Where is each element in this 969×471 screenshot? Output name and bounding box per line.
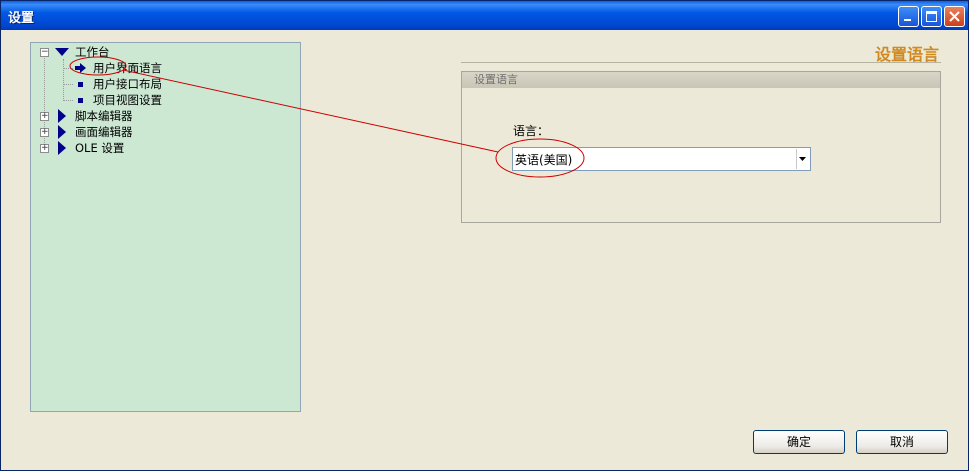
close-button[interactable] [944, 6, 965, 27]
maximize-icon [926, 11, 937, 22]
minimize-button[interactable] [898, 6, 919, 27]
bullet-icon [78, 82, 83, 87]
minimize-icon [904, 19, 911, 21]
language-select[interactable]: 英语(美国) [512, 147, 811, 171]
tree-item-ui-layout[interactable]: 用户接口布局 [31, 76, 291, 92]
collapsed-arrow-icon [58, 109, 66, 123]
collapsed-arrow-icon [58, 141, 66, 155]
chevron-down-icon [799, 157, 806, 161]
ok-button[interactable]: 确定 [753, 430, 845, 454]
tree-item-label: 画面编辑器 [75, 125, 133, 139]
language-group: 设置语言 语言： 英语(美国) [461, 71, 941, 223]
expanded-arrow-icon [55, 48, 69, 56]
close-icon [949, 11, 960, 22]
window-title: 设置 [8, 11, 35, 26]
language-label: 语言： [513, 124, 550, 138]
tree-item-ole-settings[interactable]: + OLE 设置 [31, 140, 291, 156]
divider [461, 62, 941, 63]
tree-item-label: 用户接口布局 [93, 77, 162, 91]
dropdown-button[interactable] [796, 149, 809, 169]
settings-window: 设置 − 工作台 用户界面语言 用户接口布局 项目视图设置 + 脚本编辑器 + … [0, 0, 969, 471]
title-bar[interactable]: 设置 [1, 1, 968, 30]
tree-item-script-editor[interactable]: + 脚本编辑器 [31, 108, 291, 124]
tree-item-label: 项目视图设置 [93, 93, 162, 107]
collapse-icon[interactable]: − [40, 48, 49, 57]
expand-icon[interactable]: + [40, 128, 49, 137]
settings-tree[interactable]: − 工作台 用户界面语言 用户接口布局 项目视图设置 + 脚本编辑器 + 画面编… [30, 42, 301, 412]
expand-icon[interactable]: + [40, 144, 49, 153]
tree-item-screen-editor[interactable]: + 画面编辑器 [31, 124, 291, 140]
group-title: 设置语言 [462, 72, 940, 88]
tree-item-label: OLE 设置 [75, 141, 125, 155]
collapsed-arrow-icon [58, 125, 66, 139]
tree-item-ui-language[interactable]: 用户界面语言 [31, 60, 291, 76]
tree-item-label: 工作台 [75, 45, 110, 59]
tree-item-workbench[interactable]: − 工作台 [31, 44, 291, 60]
expand-icon[interactable]: + [40, 112, 49, 121]
tree-item-label: 用户界面语言 [93, 61, 162, 75]
maximize-button[interactable] [921, 6, 942, 27]
tree-item-project-view[interactable]: 项目视图设置 [31, 92, 291, 108]
arrow-pointer-icon [75, 63, 86, 73]
tree-item-label: 脚本编辑器 [75, 109, 133, 123]
language-value: 英语(美国) [515, 153, 573, 167]
cancel-button[interactable]: 取消 [856, 430, 948, 454]
bullet-icon [78, 98, 83, 103]
